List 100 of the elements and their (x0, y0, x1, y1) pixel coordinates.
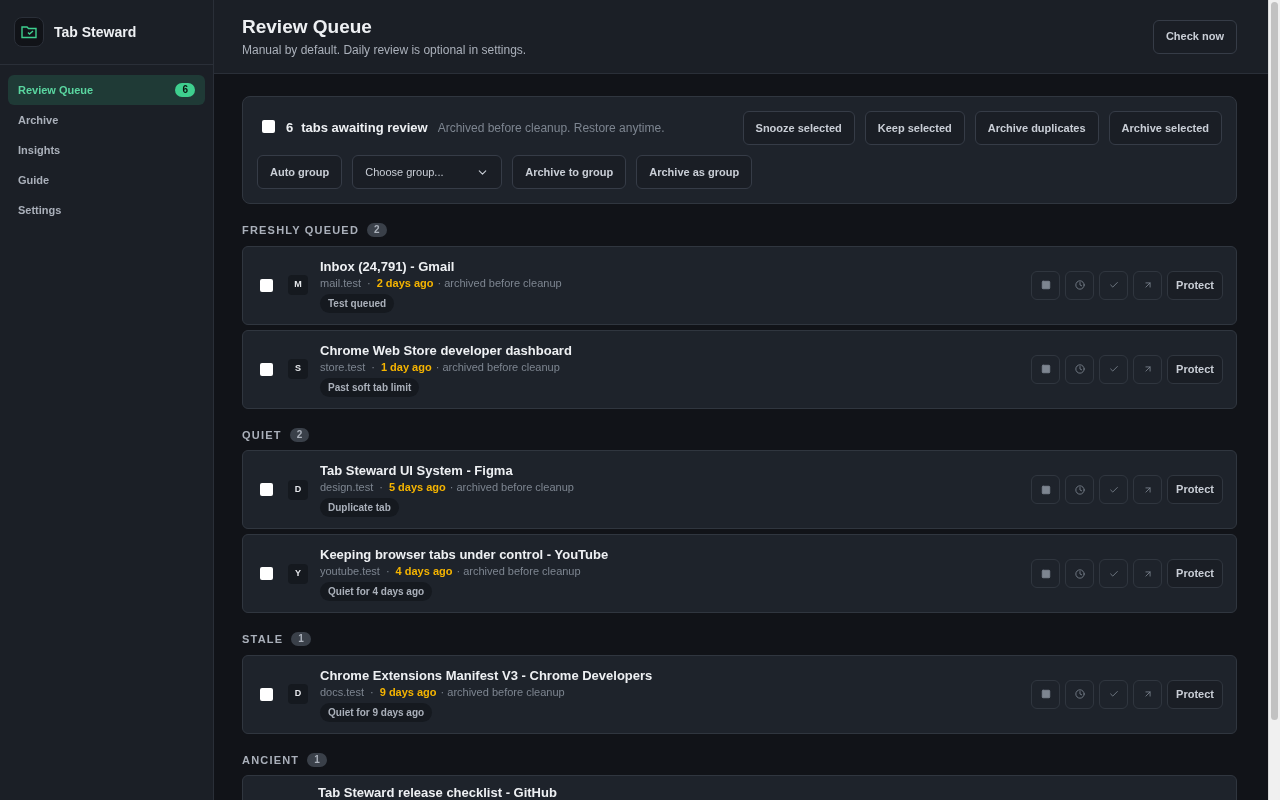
nav-item[interactable]: Archive (8, 105, 205, 135)
group-action-button[interactable]: Archive as group (636, 155, 753, 189)
checkbox[interactable] (260, 483, 273, 496)
section-title: ANCIENT (242, 752, 300, 768)
arrow-button[interactable] (1133, 679, 1163, 709)
clock-button[interactable] (1065, 270, 1095, 300)
check-button[interactable] (1099, 354, 1129, 384)
stop-icon (1040, 568, 1051, 579)
arrow-icon (1142, 689, 1153, 699)
status-text: · archived before cleanup (456, 564, 581, 579)
check-button[interactable] (1099, 270, 1129, 300)
status-text: · archived before cleanup (440, 684, 565, 700)
domain-text: docs.test (320, 684, 365, 700)
stop-button[interactable] (1031, 475, 1061, 504)
favicon-letter: D (288, 684, 308, 704)
clock-icon (1074, 364, 1085, 374)
separator-dot: · (370, 684, 374, 700)
stop-button[interactable] (1031, 270, 1061, 300)
status-text: · archived before cleanup (435, 359, 560, 375)
page-title: Review Queue (242, 14, 373, 39)
status-text: · archived before cleanup (437, 275, 562, 291)
arrow-button[interactable] (1133, 354, 1163, 384)
nav-item[interactable]: Insights (8, 135, 205, 165)
section-count: 2 (289, 427, 310, 442)
reason-tag: Duplicate tab (320, 498, 399, 517)
app-name: Tab Steward (54, 22, 137, 42)
stop-icon (1040, 484, 1051, 495)
arrow-icon (1142, 484, 1153, 495)
reason-tag: Quiet for 9 days ago (320, 702, 433, 722)
arrow-button[interactable] (1133, 270, 1163, 300)
check-button[interactable] (1099, 679, 1129, 709)
section-count: 2 (367, 223, 387, 238)
section-title: FRESHLY QUEUED (242, 223, 360, 238)
stop-icon (1040, 364, 1051, 374)
domain-text: mail.test (320, 275, 361, 291)
clock-icon (1074, 568, 1085, 579)
arrow-button[interactable] (1133, 559, 1163, 588)
clock-button[interactable] (1065, 354, 1095, 384)
reason-tag: Quiet for 4 days ago (320, 582, 433, 601)
checkbox[interactable] (260, 278, 273, 292)
tab-title: Keeping browser tabs under control - YouTube (320, 546, 609, 563)
check-icon (1108, 364, 1119, 374)
protect-button[interactable]: Protect (1167, 559, 1223, 588)
count-badge: 6 (175, 83, 195, 97)
scrollbar-thumb[interactable] (1271, 2, 1278, 720)
bulk-action-button[interactable]: Archive duplicates (974, 111, 1099, 145)
tab-title: Inbox (24,791) - Gmail (320, 257, 455, 275)
check-button[interactable] (1099, 475, 1129, 504)
arrow-icon (1142, 280, 1153, 290)
separator-dot: · (366, 275, 371, 291)
separator-dot: · (371, 359, 375, 375)
protect-button[interactable]: Protect (1167, 679, 1223, 709)
group-action-button[interactable]: Archive to group (512, 155, 627, 189)
stop-icon (1040, 689, 1051, 699)
protect-button[interactable]: Protect (1167, 270, 1223, 300)
queue-count: 6 (286, 119, 294, 138)
check-now-button[interactable]: Check now (1152, 19, 1237, 54)
clock-button[interactable] (1065, 679, 1095, 709)
tab-title: Chrome Extensions Manifest V3 - Chrome Developers (320, 666, 653, 684)
tab-title: Tab Steward UI System - Figma (320, 462, 513, 479)
separator-dot: · (385, 564, 390, 579)
group-select[interactable]: Choose group... (352, 155, 503, 189)
check-button[interactable] (1099, 559, 1129, 588)
checkbox[interactable] (260, 567, 273, 580)
checkbox[interactable] (262, 120, 275, 133)
queue-note: Archived before cleanup. Restore anytime. (437, 120, 665, 137)
age-text: 9 days ago (379, 684, 437, 700)
arrow-button[interactable] (1133, 475, 1163, 504)
clock-button[interactable] (1065, 475, 1095, 504)
group-action-button[interactable]: Auto group (257, 155, 343, 189)
scrollbar[interactable] (1268, 0, 1280, 800)
bulk-action-button[interactable]: Keep selected (864, 111, 965, 145)
bulk-action-button[interactable]: Archive selected (1108, 111, 1222, 145)
stop-button[interactable] (1031, 679, 1061, 709)
age-text: 5 days ago (388, 480, 446, 495)
nav-item[interactable]: Guide (8, 165, 205, 195)
protect-button[interactable]: Protect (1167, 354, 1223, 384)
section-title: STALE (242, 632, 284, 647)
check-icon (1108, 280, 1119, 290)
tab-title: Chrome Web Store developer dashboard (320, 341, 572, 359)
checkbox[interactable] (260, 687, 273, 701)
age-text: 2 days ago (376, 275, 434, 291)
favicon-letter: S (288, 359, 308, 379)
clock-button[interactable] (1065, 559, 1095, 588)
checkbox[interactable] (260, 362, 273, 376)
arrow-icon (1142, 364, 1153, 374)
nav-item[interactable]: Review Queue 6 (8, 75, 205, 105)
stop-button[interactable] (1031, 559, 1061, 588)
section-title: QUIET (242, 427, 282, 443)
page-subtitle: Manual by default. Daily review is optional in settings. (242, 41, 527, 59)
domain-text: youtube.test (320, 564, 380, 579)
status-text: · archived before cleanup (449, 480, 574, 495)
domain-text: store.test (320, 359, 366, 375)
stop-button[interactable] (1031, 354, 1061, 384)
age-text: 1 day ago (380, 359, 432, 375)
bulk-action-button[interactable]: Snooze selected (742, 111, 855, 145)
reason-tag: Test queued (320, 293, 395, 313)
nav-item[interactable]: Settings (8, 195, 205, 225)
arrow-icon (1142, 568, 1153, 579)
protect-button[interactable]: Protect (1167, 475, 1223, 504)
